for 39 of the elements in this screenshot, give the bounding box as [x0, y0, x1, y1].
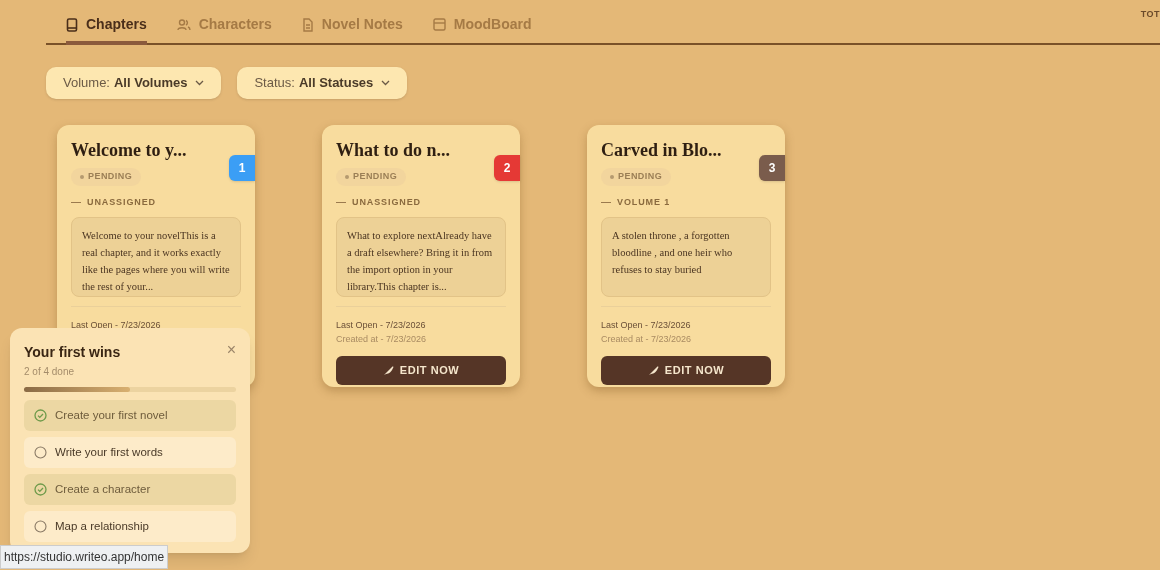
document-icon: [301, 17, 314, 32]
people-icon: [176, 17, 191, 32]
volume-label: UNASSIGNED: [87, 195, 156, 209]
chevron-down-icon: [381, 80, 391, 86]
chapter-excerpt: What to explore nextAlready have a draft elsewhere? Bring it in from the import option in your library.This chapter is...: [336, 217, 506, 297]
checklist-item[interactable]: Create your first novel: [24, 400, 236, 431]
chapter-excerpt: A stolen throne , a forgotten bloodline , and one heir who refuses to stay buried: [601, 217, 771, 297]
status-badge: PENDING: [601, 168, 672, 186]
checklist-item[interactable]: Write your first words: [24, 437, 236, 468]
tab[interactable]: Chapters: [66, 14, 147, 45]
progress-text: 2 of 4 done: [24, 365, 76, 379]
chevron-down-icon: [195, 80, 205, 86]
filter-dropdown[interactable]: Volume: All Volumes: [46, 67, 222, 99]
book-icon: [66, 17, 78, 32]
number-badge: 3: [759, 155, 785, 181]
board-icon: [432, 18, 446, 31]
chapter-title: What to do n...: [336, 139, 452, 162]
status-badge: PENDING: [71, 168, 142, 186]
chapter-title: Carved in Blo...: [601, 139, 723, 162]
checklist-item[interactable]: Create a character: [24, 474, 236, 505]
volume-label: VOLUME 1: [617, 195, 671, 209]
status-badge: PENDING: [336, 168, 407, 186]
volume-label: UNASSIGNED: [352, 195, 421, 209]
created-date: Created at - 7/23/2026: [336, 332, 428, 346]
filter-dropdown[interactable]: Status: All Statuses: [237, 67, 408, 99]
chapter-title: Welcome to y...: [71, 139, 188, 162]
number-badge: 1: [229, 155, 255, 181]
checklist-item[interactable]: Map a relationship: [24, 511, 236, 542]
edit-button[interactable]: EDIT NOW: [336, 356, 506, 385]
last-open-date: Last Open - 7/23/2026: [336, 319, 427, 332]
last-open-date: Last Open - 7/23/2026: [601, 319, 692, 332]
edit-button[interactable]: EDIT NOW: [601, 356, 771, 385]
created-date: Created at - 7/23/2026: [601, 332, 693, 346]
header-text: TOT: [1140, 8, 1160, 21]
last-open-date: Last Open - 7/23/2026: [71, 319, 162, 332]
chapter-excerpt: Welcome to your novelThis is a real chapter, and it works exactly like the pages where you will write the rest of your...: [71, 217, 241, 297]
number-badge: 2: [494, 155, 520, 181]
checklist-title: Your first wins: [24, 343, 121, 362]
status-url: https://studio.writeo.app/home: [0, 545, 169, 569]
